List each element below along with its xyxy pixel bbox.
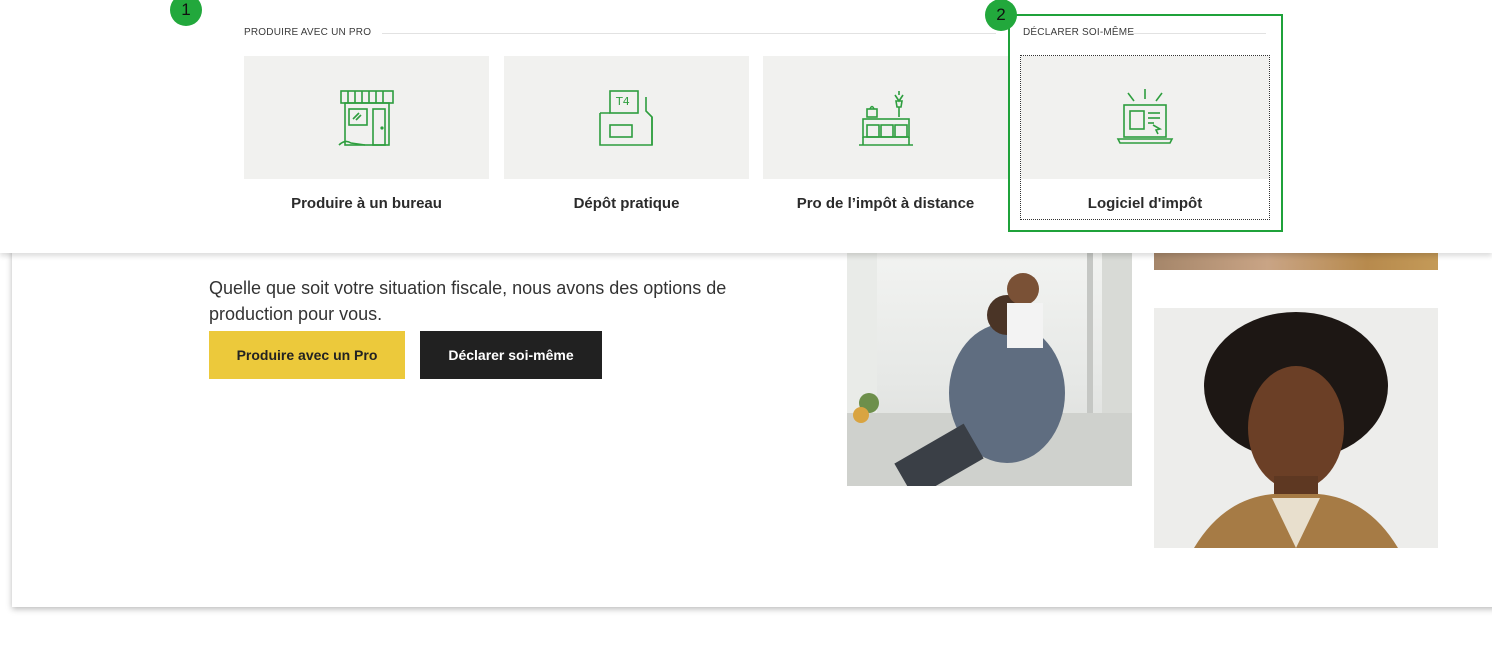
option-label: Dépôt pratique xyxy=(573,195,680,212)
declarer-soi-meme-button[interactable]: Déclarer soi-même xyxy=(420,331,602,379)
option-label: Logiciel d'impôt xyxy=(1087,195,1203,212)
laptop-software-icon xyxy=(1116,88,1174,144)
section-divider xyxy=(382,33,996,34)
mega-menu-dropdown: PRODUIRE AVEC UN PRO DÉCLARER SOI-MÊME P… xyxy=(0,0,1492,253)
option-label: Produire à un bureau xyxy=(291,195,442,212)
option-pro-de-limpot-a-distance[interactable]: Pro de l’impôt à distance xyxy=(763,56,1008,219)
option-tile: T4 xyxy=(504,56,749,179)
hero-description: Quelle que soit votre situation fiscale,… xyxy=(209,278,727,324)
option-tile xyxy=(763,56,1008,179)
t4-folder-icon: T4 xyxy=(598,89,653,146)
option-tile xyxy=(244,56,489,179)
option-label: Pro de l’impôt à distance xyxy=(796,195,975,212)
family-laptop-photo xyxy=(847,253,1132,486)
annotation-badge-2: 2 xyxy=(985,0,1017,31)
option-produire-a-un-bureau[interactable]: Produire à un bureau xyxy=(244,56,489,219)
section-label-produire-avec-un-pro: PRODUIRE AVEC UN PRO xyxy=(244,27,372,38)
produire-avec-un-pro-button[interactable]: Produire avec un Pro xyxy=(209,331,405,379)
option-logiciel-dimpot[interactable]: Logiciel d'impôt xyxy=(1020,55,1270,220)
hands-photo xyxy=(1154,253,1438,270)
section-divider xyxy=(1126,33,1266,34)
portrait-photo xyxy=(1154,308,1438,548)
option-depot-pratique[interactable]: T4 Dépôt pratique xyxy=(504,56,749,219)
storefront-icon xyxy=(337,89,394,146)
option-tile xyxy=(1021,56,1269,179)
svg-text:T4: T4 xyxy=(615,95,630,108)
section-label-declarer-soi-meme: DÉCLARER SOI-MÊME xyxy=(1023,27,1135,38)
remote-desk-icon xyxy=(858,90,913,146)
